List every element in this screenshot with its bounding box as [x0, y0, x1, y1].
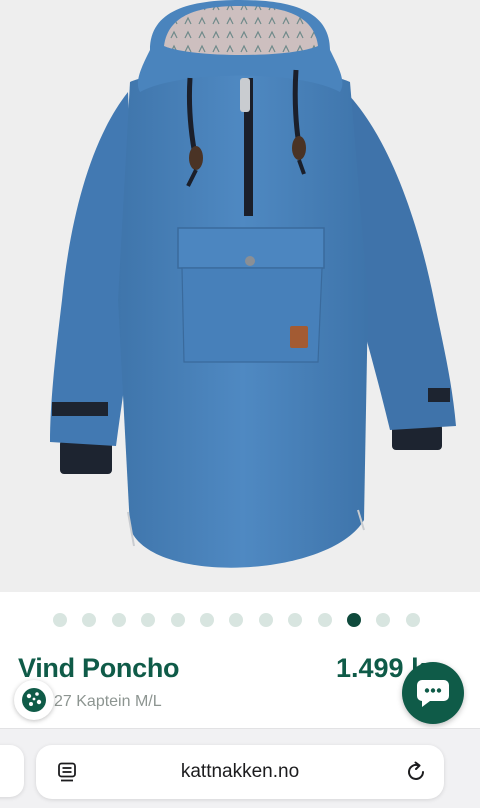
carousel-dot[interactable] — [259, 613, 273, 627]
cookie-settings-button[interactable] — [14, 680, 54, 720]
carousel-dot[interactable] — [141, 613, 155, 627]
chat-button[interactable] — [402, 662, 464, 724]
carousel-dot[interactable] — [82, 613, 96, 627]
carousel-dot[interactable] — [200, 613, 214, 627]
carousel-dot[interactable] — [318, 613, 332, 627]
reader-mode-icon[interactable] — [56, 761, 78, 783]
carousel-dot[interactable] — [53, 613, 67, 627]
product-title: Vind Poncho — [18, 653, 180, 683]
carousel-dot[interactable] — [112, 613, 126, 627]
carousel-dot[interactable] — [406, 613, 420, 627]
reload-icon[interactable] — [404, 760, 428, 784]
poncho-photo — [50, 0, 456, 568]
chat-bubble-icon — [417, 680, 449, 707]
carousel-dot[interactable] — [288, 613, 302, 627]
url-text[interactable]: kattnakken.no — [96, 761, 384, 783]
carousel-dots[interactable] — [0, 612, 480, 628]
carousel-dot[interactable] — [171, 613, 185, 627]
cookie-icon — [22, 688, 46, 712]
product-variant: 27 Kaptein M/L — [54, 693, 162, 710]
previous-tab[interactable] — [0, 745, 24, 797]
browser-toolbar: kattnakken.no — [0, 728, 480, 808]
carousel-dot[interactable] — [376, 613, 390, 627]
carousel-dot-active[interactable] — [347, 613, 361, 627]
carousel-dot[interactable] — [229, 613, 243, 627]
product-image[interactable] — [0, 0, 480, 592]
address-bar[interactable]: kattnakken.no — [36, 745, 444, 799]
